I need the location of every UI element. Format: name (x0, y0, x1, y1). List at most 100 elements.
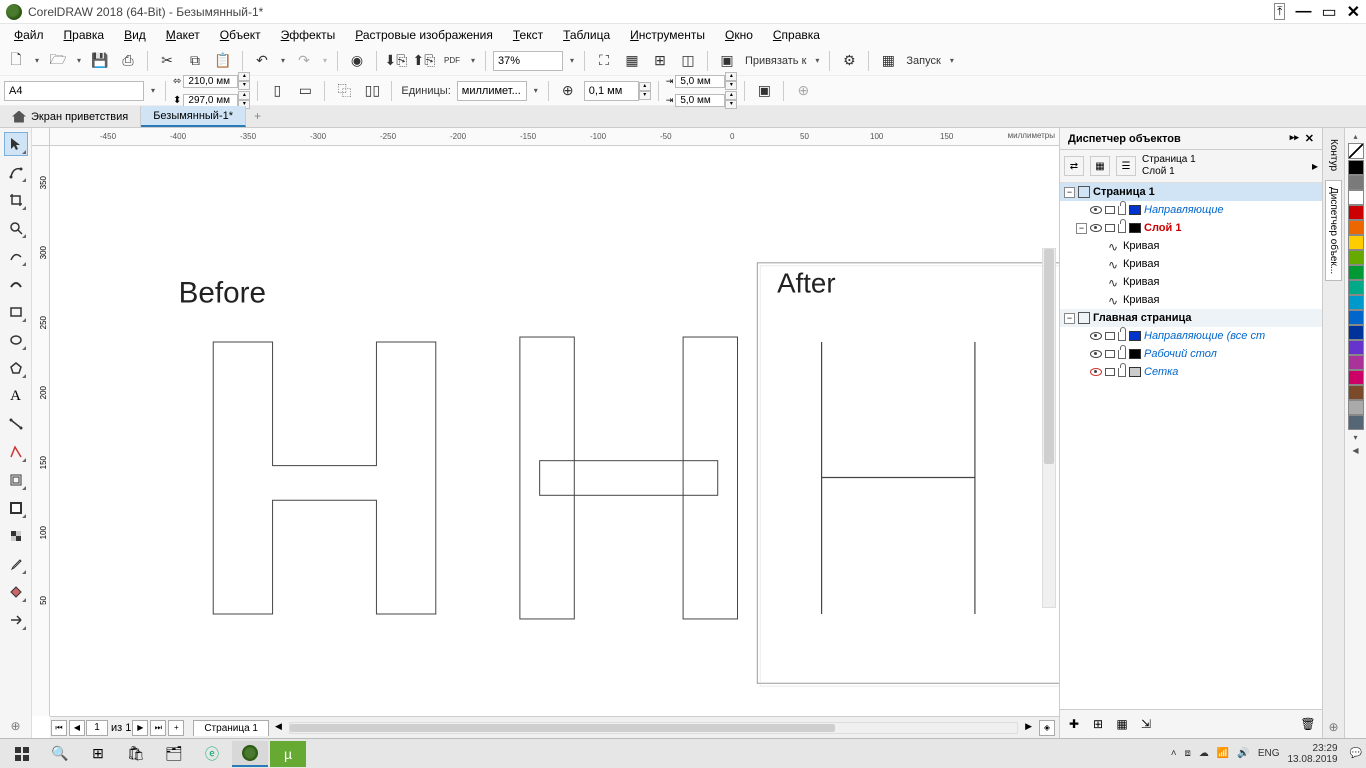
menu-layout[interactable]: Макет (158, 26, 208, 44)
tray-notifications-icon[interactable]: 💬 (1350, 748, 1362, 759)
units-input[interactable] (457, 81, 527, 101)
tab-welcome[interactable]: Экран приветствия (0, 106, 141, 127)
tree-collapse-layer1[interactable]: − (1076, 223, 1087, 234)
menu-object[interactable]: Объект (212, 26, 269, 44)
open-dropdown[interactable]: ▾ (74, 49, 84, 73)
page-preset-dropdown[interactable]: ▾ (148, 79, 158, 103)
palette-up-button[interactable]: ▴ (1353, 130, 1357, 142)
navigator-button[interactable]: ◈ (1039, 720, 1055, 736)
width-up[interactable]: ▴ (238, 72, 250, 81)
palette-down-button[interactable]: ▾ (1353, 431, 1357, 443)
ellipse-tool[interactable] (4, 328, 28, 352)
task-view-button[interactable]: ⊞ (80, 741, 116, 767)
page-first[interactable]: ⏮ (51, 720, 67, 736)
print-icon[interactable] (1105, 332, 1115, 340)
minimize-button[interactable]: — (1295, 3, 1311, 21)
docker-options-icon[interactable]: ▸ (1312, 159, 1318, 173)
palette-swatch[interactable] (1348, 190, 1364, 205)
move-to-layer-button[interactable]: ⇲ (1136, 714, 1156, 734)
layer-color-swatch[interactable] (1129, 223, 1141, 233)
visibility-icon[interactable] (1090, 206, 1102, 214)
new-layer-button[interactable]: ✚ (1064, 714, 1084, 734)
drop-shadow-tool[interactable] (4, 496, 28, 520)
hscroll-left[interactable]: ◀ (275, 721, 282, 732)
fill-tool[interactable] (4, 580, 28, 604)
page-number-input[interactable] (86, 720, 108, 736)
page-width-input[interactable] (183, 75, 238, 88)
show-props-button[interactable]: ⇄ (1064, 156, 1084, 176)
ruler-origin[interactable] (32, 128, 50, 146)
menu-window[interactable]: Окно (717, 26, 761, 44)
palette-swatch[interactable] (1348, 250, 1364, 265)
menu-tools[interactable]: Инструменты (622, 26, 713, 44)
polygon-tool[interactable] (4, 356, 28, 380)
menu-table[interactable]: Таблица (555, 26, 618, 44)
maximize-button[interactable]: ▭ (1321, 2, 1336, 22)
search-content-button[interactable]: ◉ (345, 49, 369, 73)
taskbar-coreldraw[interactable] (232, 741, 268, 767)
text-tool[interactable]: A (4, 384, 28, 408)
snap-label[interactable]: Привязать к (743, 55, 808, 67)
palette-swatch[interactable] (1348, 310, 1364, 325)
nudge-up[interactable]: ▴ (639, 82, 651, 91)
docker-add-button[interactable]: ⊕ (1324, 716, 1342, 738)
cut-button[interactable]: ✂ (155, 49, 179, 73)
palette-swatch[interactable] (1348, 265, 1364, 280)
outline-tool[interactable] (4, 608, 28, 632)
vertical-scrollbar[interactable] (1042, 248, 1056, 608)
zoom-input[interactable] (493, 51, 563, 71)
undo-button[interactable]: ↶ (250, 49, 274, 73)
tree-curve-1[interactable]: Кривая (1060, 237, 1322, 255)
tree-curve-2[interactable]: Кривая (1060, 255, 1322, 273)
dup-x-input[interactable] (675, 75, 725, 88)
quick-customize-button[interactable]: ⊕ (4, 714, 28, 738)
dup-y-input[interactable] (675, 94, 725, 107)
visibility-icon[interactable] (1090, 332, 1102, 340)
lock-icon[interactable] (1118, 224, 1126, 233)
all-pages-button[interactable]: ⿻ (332, 79, 356, 103)
hscroll-right[interactable]: ▶ (1025, 721, 1032, 732)
layer-color-swatch[interactable] (1129, 349, 1141, 359)
lock-icon[interactable] (1118, 368, 1126, 377)
palette-swatch[interactable] (1348, 220, 1364, 235)
new-dropdown[interactable]: ▾ (32, 49, 42, 73)
horizontal-scrollbar[interactable] (289, 722, 1018, 734)
page-height-input[interactable] (183, 94, 238, 107)
export-button[interactable]: ⬆⎘ (412, 49, 436, 73)
start-button[interactable] (4, 741, 40, 767)
zoom-dropdown[interactable]: ▾ (567, 49, 577, 73)
object-tree[interactable]: − Страница 1 Направляющие − (1060, 183, 1322, 709)
rulers-button[interactable]: ▦ (620, 49, 644, 73)
taskbar-edge[interactable]: ⓔ (194, 741, 230, 767)
portrait-button[interactable]: ▯ (265, 79, 289, 103)
palette-swatch[interactable] (1348, 400, 1364, 415)
edit-across-layers-button[interactable]: ▦ (1090, 156, 1110, 176)
menu-bitmaps[interactable]: Растровые изображения (347, 26, 501, 44)
dupx-down[interactable]: ▾ (725, 81, 737, 90)
dupy-up[interactable]: ▴ (725, 91, 737, 100)
docker-close-icon[interactable]: ✕ (1305, 132, 1314, 145)
palette-swatch[interactable] (1348, 205, 1364, 220)
height-up[interactable]: ▴ (238, 91, 250, 100)
zoom-tool[interactable] (4, 216, 28, 240)
palette-swatch[interactable] (1348, 415, 1364, 430)
palette-swatch[interactable] (1348, 280, 1364, 295)
palette-swatch[interactable] (1348, 325, 1364, 340)
units-dropdown[interactable]: ▾ (531, 79, 541, 103)
no-color-swatch[interactable] (1348, 143, 1364, 159)
palette-swatch[interactable] (1348, 370, 1364, 385)
print-icon[interactable] (1105, 224, 1115, 232)
pick-tool[interactable] (4, 132, 28, 156)
publish-pdf-button[interactable]: PDF (440, 49, 464, 73)
tree-layer-1[interactable]: − Слой 1 (1060, 219, 1322, 237)
visibility-icon[interactable] (1090, 350, 1102, 358)
page-next[interactable]: ▶ (132, 720, 148, 736)
redo-button[interactable]: ↷ (292, 49, 316, 73)
launch-icon[interactable]: ▦ (876, 49, 900, 73)
current-page-button[interactable]: ▯▯ (360, 79, 384, 103)
delete-button[interactable]: 🗑 (1298, 714, 1318, 734)
transparency-tool[interactable] (4, 524, 28, 548)
menu-view[interactable]: Вид (116, 26, 154, 44)
tree-curve-4[interactable]: Кривая (1060, 291, 1322, 309)
palette-swatch[interactable] (1348, 355, 1364, 370)
